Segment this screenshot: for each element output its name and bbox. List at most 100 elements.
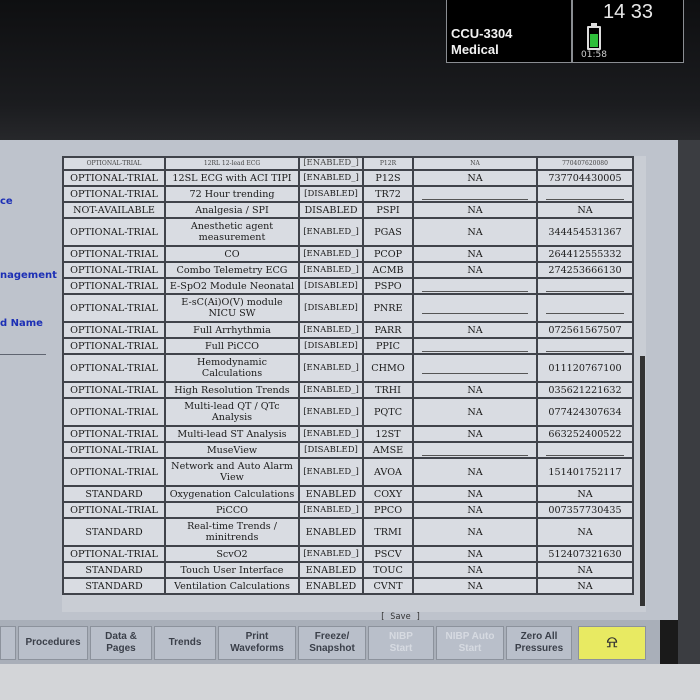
toolbar-button[interactable]: Zero All Pressures bbox=[506, 626, 572, 660]
option-name: Hemodynamic Calculations bbox=[197, 357, 267, 379]
option-code-cell: CVNT bbox=[362, 577, 414, 595]
table-row[interactable]: OPTIONAL-TRIAL 12RL 12-lead ECG [ENABLED_]… bbox=[62, 156, 634, 171]
option-code: ACMB bbox=[372, 264, 404, 276]
option-name-cell: Ventilation Calculations bbox=[164, 577, 300, 595]
table-row[interactable]: OPTIONAL-TRIAL Combo Telemetry ECG [ENABLE… bbox=[62, 261, 634, 279]
option-state-cell[interactable]: [ENABLED_] bbox=[298, 217, 364, 247]
option-serial: NA bbox=[577, 204, 593, 216]
option-serial: 011120767100 bbox=[548, 362, 622, 374]
option-state-cell[interactable]: [ENABLED_] bbox=[298, 501, 364, 519]
option-status: OPTIONAL-TRIAL bbox=[70, 504, 158, 516]
option-serial-cell: 151401752117 bbox=[536, 457, 634, 487]
option-serial: 072561567507 bbox=[548, 324, 622, 336]
option-state-cell[interactable]: [ENABLED_] bbox=[298, 545, 364, 563]
table-row[interactable]: STANDARD Ventilation Calculations ENABLED C… bbox=[62, 577, 634, 595]
option-code-cell: PSPO bbox=[362, 277, 414, 295]
option-state-cell[interactable]: [ENABLED_] bbox=[298, 381, 364, 399]
option-tfa-cell: NA bbox=[412, 517, 538, 547]
option-code: TOUC bbox=[373, 564, 403, 576]
option-state-cell[interactable]: [ENABLED_] bbox=[298, 425, 364, 443]
toolbar-button[interactable]: Data & Pages bbox=[90, 626, 152, 660]
toolbar-button[interactable]: Procedures bbox=[18, 626, 88, 660]
option-code-cell: TRMI bbox=[362, 517, 414, 547]
option-state-cell[interactable]: [ENABLED_] bbox=[298, 245, 364, 263]
option-state: [ENABLED_] bbox=[303, 384, 359, 395]
table-row[interactable]: OPTIONAL-TRIAL MuseView [DISABLED] AMSE bbox=[62, 441, 634, 459]
option-tfa: NA bbox=[467, 488, 483, 500]
option-status: OPTIONAL-TRIAL bbox=[70, 248, 158, 260]
toolbar-button[interactable]: Trends bbox=[154, 626, 216, 660]
toolbar-button[interactable] bbox=[0, 626, 16, 660]
option-name: 12RL 12-lead ECG bbox=[203, 160, 261, 167]
toolbar-button[interactable]: Freeze/ Snapshot bbox=[298, 626, 366, 660]
option-tfa-cell bbox=[412, 185, 538, 203]
option-status-cell: OPTIONAL-TRIAL bbox=[62, 425, 166, 443]
option-state-cell[interactable]: DISABLED bbox=[298, 201, 364, 219]
left-menu-label[interactable]: nagement bbox=[0, 270, 57, 281]
table-row[interactable]: STANDARD Real-time Trends / minitrends ENA… bbox=[62, 517, 634, 547]
option-name: Oxygenation Calculations bbox=[169, 488, 295, 500]
option-state-cell[interactable]: ENABLED bbox=[298, 561, 364, 579]
option-state-cell[interactable]: [ENABLED_] bbox=[298, 397, 364, 427]
option-state-cell[interactable]: ENABLED bbox=[298, 485, 364, 503]
option-state-cell[interactable]: [DISABLED] bbox=[298, 441, 364, 459]
table-row[interactable]: OPTIONAL-TRIAL E-sC(Ai)O(V) module NICU S… bbox=[62, 293, 634, 323]
option-serial-cell: NA bbox=[536, 485, 634, 503]
option-status: OPTIONAL-TRIAL bbox=[70, 340, 158, 352]
table-scrollbar[interactable] bbox=[640, 356, 645, 606]
table-row[interactable]: OPTIONAL-TRIAL Multi-lead QT / QTc Analys… bbox=[62, 397, 634, 427]
table-row[interactable]: OPTIONAL-TRIAL High Resolution Trends [ENA… bbox=[62, 381, 634, 399]
table-row[interactable]: OPTIONAL-TRIAL E-SpO2 Module Neonatal [DIS… bbox=[62, 277, 634, 295]
option-state-cell[interactable]: ENABLED bbox=[298, 517, 364, 547]
option-state-cell[interactable]: [ENABLED_] bbox=[298, 353, 364, 383]
table-row[interactable]: OPTIONAL-TRIAL Anesthetic agent measureme… bbox=[62, 217, 634, 247]
option-name-cell: Real-time Trends / minitrends bbox=[164, 517, 300, 547]
table-row[interactable]: STANDARD Oxygenation Calculations ENABLED C… bbox=[62, 485, 634, 503]
empty-entry-line bbox=[422, 198, 528, 200]
option-state-cell[interactable]: [DISABLED] bbox=[298, 337, 364, 355]
option-status: OPTIONAL-TRIAL bbox=[70, 188, 158, 200]
toolbar-button[interactable]: Print Waveforms bbox=[218, 626, 296, 660]
option-state-cell[interactable]: [ENABLED_] bbox=[298, 457, 364, 487]
option-name: E-sC(Ai)O(V) module NICU SW bbox=[181, 297, 283, 319]
option-serial: 264412555332 bbox=[548, 248, 622, 260]
left-menu-label[interactable]: d Name bbox=[0, 318, 43, 329]
table-row[interactable]: OPTIONAL-TRIAL Full PiCCO [DISABLED] PPIC bbox=[62, 337, 634, 355]
table-row[interactable]: OPTIONAL-TRIAL Multi-lead ST Analysis [ENA… bbox=[62, 425, 634, 443]
option-serial: NA bbox=[577, 580, 593, 592]
option-status-cell: OPTIONAL-TRIAL bbox=[62, 293, 166, 323]
toolbar-button[interactable]: NIBP Auto Start bbox=[436, 626, 504, 660]
table-row[interactable]: OPTIONAL-TRIAL PiCCO [ENABLED_] PPCO NA 00735… bbox=[62, 501, 634, 519]
option-status-cell: OPTIONAL-TRIAL bbox=[62, 321, 166, 339]
option-state-cell[interactable]: [ENABLED_] bbox=[298, 261, 364, 279]
left-menu-divider bbox=[0, 354, 46, 355]
table-row[interactable]: OPTIONAL-TRIAL 12SL ECG with ACI TIPI [ENA… bbox=[62, 169, 634, 187]
monitor-top-area: CCU-3304 Medical 14 33 01:58 bbox=[0, 0, 700, 150]
table-row[interactable]: OPTIONAL-TRIAL 72 Hour trending [DISABLED]… bbox=[62, 185, 634, 203]
left-menu-label[interactable]: ce bbox=[0, 196, 13, 207]
option-tfa: NA bbox=[467, 264, 483, 276]
toolbar-button[interactable]: NIBP Start bbox=[368, 626, 434, 660]
table-row[interactable]: NOT-AVAILABLE Analgesia / SPI DISABLED PSPI… bbox=[62, 201, 634, 219]
alarm-bell-icon[interactable]: ⍾ bbox=[578, 626, 646, 660]
option-serial-cell: 512407321630 bbox=[536, 545, 634, 563]
option-state-cell[interactable]: [DISABLED] bbox=[298, 185, 364, 203]
table-row[interactable]: STANDARD Touch User Interface ENABLED TOUC N… bbox=[62, 561, 634, 579]
table-row[interactable]: OPTIONAL-TRIAL CO [ENABLED_] PCOP NA 26441255… bbox=[62, 245, 634, 263]
table-row[interactable]: OPTIONAL-TRIAL Network and Auto Alarm Vie… bbox=[62, 457, 634, 487]
table-row[interactable]: OPTIONAL-TRIAL Full Arrhythmia [ENABLED_] P… bbox=[62, 321, 634, 339]
option-state-cell[interactable]: [ENABLED_] bbox=[298, 156, 364, 171]
option-name: Combo Telemetry ECG bbox=[176, 264, 288, 276]
option-state: [ENABLED_] bbox=[303, 324, 359, 335]
option-state-cell[interactable]: [ENABLED_] bbox=[298, 169, 364, 187]
table-row[interactable]: OPTIONAL-TRIAL ScvO2 [ENABLED_] PSCV NA 51240… bbox=[62, 545, 634, 563]
option-code: TR72 bbox=[375, 188, 401, 200]
option-code: COXY bbox=[373, 488, 403, 500]
option-status-cell: OPTIONAL-TRIAL bbox=[62, 245, 166, 263]
option-state-cell[interactable]: ENABLED bbox=[298, 577, 364, 595]
table-row[interactable]: OPTIONAL-TRIAL Hemodynamic Calculations [E… bbox=[62, 353, 634, 383]
option-state-cell[interactable]: [DISABLED] bbox=[298, 277, 364, 295]
option-state-cell[interactable]: [ENABLED_] bbox=[298, 321, 364, 339]
option-status-cell: OPTIONAL-TRIAL bbox=[62, 185, 166, 203]
option-state-cell[interactable]: [DISABLED] bbox=[298, 293, 364, 323]
